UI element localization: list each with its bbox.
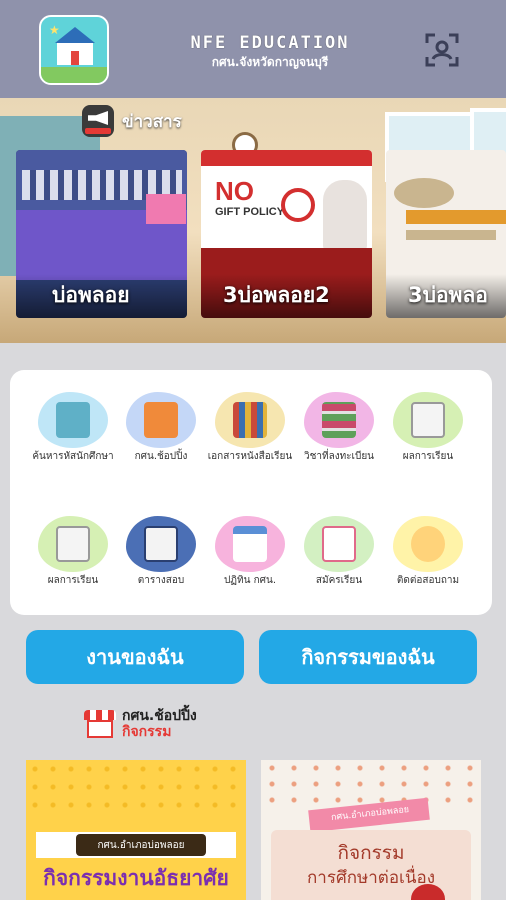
shop-title: กศน.ช้อปปิ้ง xyxy=(122,708,197,724)
storefront-icon xyxy=(84,708,116,740)
shop-subtitle: กิจกรรม xyxy=(122,724,172,740)
my-work-button[interactable]: งานของฉัน xyxy=(26,630,244,684)
menu-item-shop[interactable]: กศน.ช้อปปิ้ง xyxy=(116,392,206,464)
news-card[interactable]: NO GIFT POLICY 3บ่อพลอย2 xyxy=(201,150,372,318)
face-scan-icon xyxy=(425,33,459,67)
menu-item-exam-schedule[interactable]: ตารางสอบ xyxy=(116,516,206,588)
documents-icon xyxy=(56,526,90,562)
menu-item-grades-2[interactable]: ผลการเรียน xyxy=(28,516,118,588)
megaphone-icon xyxy=(82,105,114,137)
brand-subtitle: กศน.จังหวัดกาญจนบุรี xyxy=(211,55,329,69)
book-stack-icon xyxy=(322,402,356,438)
no-gift-icon xyxy=(281,188,315,222)
menu-item-contact[interactable]: ติดต่อสอบถาม xyxy=(383,516,473,588)
news-card-caption: บ่อพลอย xyxy=(52,283,130,307)
menu-item-enroll[interactable]: สมัครเรียน xyxy=(294,516,384,588)
menu-panel: ค้นหารหัสนักศึกษา กศน.ช้อปปิ้ง เอกสารหนั… xyxy=(10,370,492,615)
documents-icon xyxy=(411,402,445,438)
menu-item-grades[interactable]: ผลการเรียน xyxy=(383,392,473,464)
shop-icon xyxy=(144,402,178,438)
activity-card[interactable]: กศน.อำเภอบ่อพลอย กิจกรรม การศึกษาต่อเนื่… xyxy=(261,760,481,900)
brand-title: NFE EDUCATION xyxy=(190,33,350,53)
news-card-caption: 3บ่อพลอย2 xyxy=(223,283,330,307)
shop-header: กศน.ช้อปปิ้ง กิจกรรม xyxy=(84,708,197,740)
app-header: ★ NFE EDUCATION กศน.จังหวัดกาญจนบุรี xyxy=(0,0,506,98)
face-scan-button[interactable] xyxy=(424,32,460,68)
my-activities-button[interactable]: กิจกรรมของฉัน xyxy=(259,630,477,684)
menu-item-search-student[interactable]: ค้นหารหัสนักศึกษา xyxy=(28,392,118,464)
contact-icon xyxy=(411,526,445,562)
schedule-icon xyxy=(144,526,178,562)
menu-item-textbooks[interactable]: เอกสารหนังสือเรียน xyxy=(205,392,295,464)
activity-card[interactable]: กศน.อำเภอบ่อพลอย กิจกรรมงานอัธยาศัย xyxy=(26,760,246,900)
search-student-icon xyxy=(56,402,90,438)
calendar-icon xyxy=(233,526,267,562)
books-icon xyxy=(233,402,267,438)
news-title: ข่าวสาร xyxy=(122,111,182,132)
news-card[interactable]: 3บ่อพลอ xyxy=(386,150,506,318)
menu-item-registered-subjects[interactable]: วิชาที่ลงทะเบียน xyxy=(294,392,384,464)
app-logo: ★ xyxy=(39,15,109,85)
news-card-caption: 3บ่อพลอ xyxy=(408,283,488,307)
news-card[interactable]: บ่อพลอย xyxy=(16,150,187,318)
register-icon xyxy=(322,526,356,562)
menu-item-calendar[interactable]: ปฏิทิน กศน. xyxy=(205,516,295,588)
news-header: ข่าวสาร xyxy=(82,105,182,137)
